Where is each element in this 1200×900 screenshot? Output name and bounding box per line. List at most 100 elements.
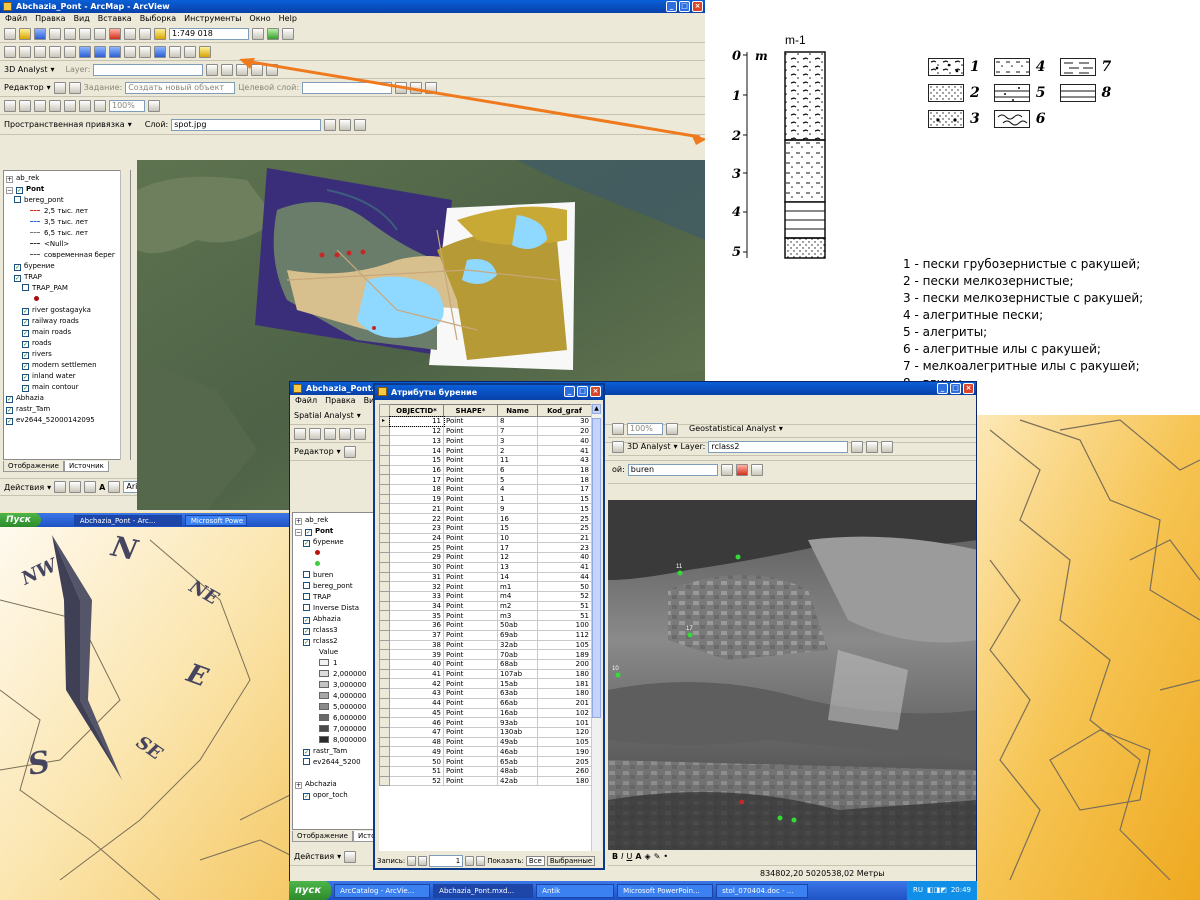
table-cell[interactable]: 48 <box>389 736 444 748</box>
table-cell[interactable]: 40 <box>537 435 591 447</box>
table-cell[interactable]: 66ab <box>497 697 538 709</box>
table-cell[interactable]: Point <box>443 649 498 660</box>
table-row[interactable]: 45 Point 16ab 102 <box>379 707 591 719</box>
layer-checkbox[interactable]: ✓ <box>303 628 310 635</box>
table-row[interactable]: 50 Point 65ab 205 <box>379 756 591 767</box>
table-row[interactable]: 47 Point 130ab 120 <box>379 727 591 738</box>
layer-checkbox[interactable]: ✓ <box>22 319 29 326</box>
toc-item[interactable]: ✓ Abhazia <box>6 393 130 404</box>
table-cell[interactable]: 15ab <box>497 678 538 690</box>
table-cell[interactable]: Point <box>443 610 498 622</box>
edit-tool-icon[interactable] <box>343 445 356 458</box>
toc-item[interactable]: ✓ main roads <box>6 327 130 338</box>
row-selector[interactable] <box>379 746 390 758</box>
layer-combo[interactable]: rclass2 <box>708 440 849 453</box>
add-data-icon[interactable] <box>154 27 166 40</box>
table-cell[interactable]: Point <box>443 425 498 437</box>
row-selector[interactable] <box>379 775 390 787</box>
table-cell[interactable]: m2 <box>497 600 538 612</box>
table-cell[interactable]: 33 <box>389 590 444 602</box>
3d-tool-icon[interactable] <box>221 63 234 76</box>
table-cell[interactable]: 51 <box>389 765 444 777</box>
table-cell[interactable]: 15 <box>497 522 538 534</box>
menu-tools[interactable]: Инструменты <box>184 13 241 25</box>
table-cell[interactable]: 112 <box>537 629 591 641</box>
column-header[interactable]: OBJECTID* <box>389 404 444 417</box>
row-selector[interactable] <box>379 697 390 709</box>
zoom-in-icon[interactable] <box>294 427 306 440</box>
row-selector[interactable] <box>379 600 390 612</box>
select-pointer-icon[interactable] <box>344 850 357 863</box>
table-row[interactable]: 12 Point 7 20 <box>379 425 591 437</box>
arctoolbox-icon[interactable] <box>267 27 279 40</box>
zoom-out-icon[interactable] <box>309 427 321 440</box>
row-selector[interactable] <box>379 522 390 534</box>
table-cell[interactable]: 22 <box>389 513 444 524</box>
fill-color-icon[interactable]: ◈ <box>645 852 651 861</box>
table-cell[interactable]: 43 <box>537 454 591 466</box>
column-header[interactable]: Name <box>497 404 538 417</box>
table-cell[interactable]: Point <box>443 736 498 748</box>
tab-source[interactable]: Источник <box>63 461 109 472</box>
row-selector[interactable] <box>379 542 390 554</box>
toc-item[interactable]: 2,000000 <box>295 669 373 680</box>
table-cell[interactable]: Point <box>443 746 498 758</box>
second-map-display[interactable]: 11 10 17 <box>608 500 977 850</box>
delete-icon[interactable] <box>109 27 121 40</box>
table-cell[interactable]: Point <box>443 668 498 680</box>
row-selector[interactable] <box>379 474 390 486</box>
show-all-button[interactable]: Все <box>525 856 545 866</box>
table-cell[interactable]: 69ab <box>497 629 538 641</box>
table-row[interactable]: 43 Point 63ab 180 <box>379 688 591 699</box>
record-input[interactable]: 1 <box>429 855 464 867</box>
table-cell[interactable]: Point <box>443 503 498 515</box>
table-cell[interactable]: Point <box>443 445 498 456</box>
table-cell[interactable]: 17 <box>497 542 538 554</box>
table-cell[interactable]: 16 <box>389 464 444 476</box>
layer-checkbox[interactable]: ✓ <box>303 639 310 646</box>
layout-zoom-combo[interactable]: 100% <box>109 99 145 112</box>
fixed-zoom-icon[interactable] <box>339 427 351 440</box>
toc-item[interactable]: 6,000000 <box>295 713 373 724</box>
table-row[interactable]: 32 Point m1 50 <box>379 581 591 592</box>
toc-item[interactable]: ✓ Abhazia <box>295 614 373 625</box>
table-cell[interactable]: 34 <box>389 600 444 612</box>
table-cell[interactable]: 14 <box>389 445 444 456</box>
table-cell[interactable]: 107ab <box>497 668 538 680</box>
last-record-icon[interactable] <box>476 856 486 866</box>
table-cell[interactable]: Point <box>443 590 498 602</box>
table-cell[interactable]: 5 <box>497 474 538 486</box>
toc-item[interactable]: TRAP_PAM <box>6 283 130 294</box>
toc-item[interactable]: 1 <box>295 658 373 669</box>
toc-item[interactable]: − ✓ Pont <box>6 184 130 195</box>
row-selector[interactable] <box>379 678 390 690</box>
row-selector[interactable] <box>379 590 390 602</box>
layer-checkbox[interactable]: ✓ <box>22 341 29 348</box>
table-cell[interactable]: m3 <box>497 610 538 622</box>
row-selector[interactable] <box>379 435 390 447</box>
table-cell[interactable]: Point <box>443 484 498 495</box>
table-row[interactable]: 15 Point 11 43 <box>379 454 591 466</box>
task-arccatalog[interactable]: ArcCatalog - ArcVie... <box>334 883 431 898</box>
table-cell[interactable]: 17 <box>389 474 444 486</box>
table-cell[interactable]: 130ab <box>497 727 538 738</box>
row-selector[interactable] <box>379 649 390 660</box>
toc-item[interactable]: ✓ river gostagayka <box>6 305 130 316</box>
whats-this-icon[interactable] <box>282 27 294 40</box>
pan-icon[interactable] <box>64 45 76 58</box>
table-cell[interactable]: 38 <box>389 639 444 651</box>
table-cell[interactable]: 15 <box>537 503 591 515</box>
table-row[interactable]: 37 Point 69ab 112 <box>379 629 591 641</box>
toc-item[interactable]: TRAP <box>295 592 373 603</box>
table-cell[interactable]: 25 <box>389 542 444 554</box>
toc-item[interactable]: ✓ main contour <box>6 382 130 393</box>
table-cell[interactable]: 14 <box>497 571 538 583</box>
row-selector[interactable] <box>379 571 390 583</box>
3d-layer-combo[interactable] <box>93 63 204 76</box>
toc-item[interactable]: bereg_pont <box>295 581 373 592</box>
table-cell[interactable]: 101 <box>537 717 591 728</box>
toc-item[interactable] <box>295 768 373 779</box>
table-cell[interactable]: 25 <box>537 513 591 524</box>
toc-item[interactable]: + Abchazia <box>295 779 373 790</box>
pan-icon[interactable] <box>354 427 366 440</box>
